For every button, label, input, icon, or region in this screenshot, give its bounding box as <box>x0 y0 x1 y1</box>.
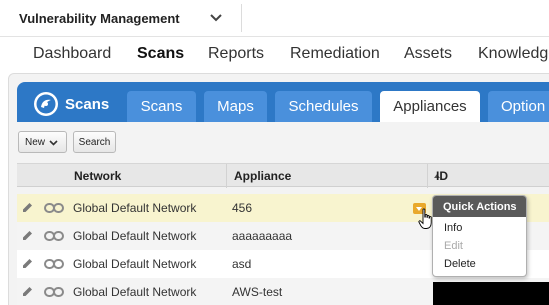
tab-schedules[interactable]: Schedules <box>275 91 372 122</box>
column-divider <box>427 164 428 188</box>
edit-icon[interactable] <box>22 258 33 269</box>
cell-appliance: AWS-test <box>232 285 283 299</box>
nav-assets[interactable]: Assets <box>404 45 452 63</box>
menu-item-delete[interactable]: Delete <box>444 258 476 270</box>
quick-actions-title: Quick Actions <box>433 196 526 217</box>
cell-network: Global Default Network <box>73 257 197 271</box>
new-button[interactable]: New <box>18 131 67 153</box>
module-selector[interactable]: Vulnerability Management <box>6 4 242 32</box>
link-icon <box>44 203 64 213</box>
new-button-label: New <box>25 136 46 148</box>
column-divider <box>226 164 227 188</box>
chevron-down-icon <box>210 14 222 22</box>
cell-appliance: asd <box>232 257 252 271</box>
tab-options[interactable]: Option <box>488 91 549 122</box>
tab-maps[interactable]: Maps <box>204 91 267 122</box>
hand-cursor-icon <box>418 208 432 229</box>
table-header: Network Appliance ID <box>17 163 549 188</box>
scans-brand: Scans <box>33 90 109 118</box>
link-icon <box>44 287 64 297</box>
edit-icon[interactable] <box>22 202 33 213</box>
link-icon <box>44 259 64 269</box>
nav-scans[interactable]: Scans <box>137 45 184 63</box>
table-row[interactable]: Global Default Network AWS-test <box>17 278 549 305</box>
menu-item-info[interactable]: Info <box>444 222 462 234</box>
main-nav: Dashboard Scans Reports Remediation Asse… <box>0 37 549 71</box>
redacted-id-cell <box>433 282 549 305</box>
menu-item-edit: Edit <box>444 240 463 252</box>
search-button-label: Search <box>78 136 111 148</box>
nav-knowledge[interactable]: Knowledge <box>478 45 549 63</box>
column-header-appliance[interactable]: Appliance <box>234 169 291 183</box>
edit-icon[interactable] <box>22 286 33 297</box>
top-bar: Vulnerability Management <box>0 0 549 37</box>
nav-reports[interactable]: Reports <box>208 45 264 63</box>
edit-icon[interactable] <box>22 230 33 241</box>
cell-network: Global Default Network <box>73 201 197 215</box>
chevron-down-icon <box>49 139 58 146</box>
module-selector-label: Vulnerability Management <box>19 10 180 26</box>
scans-logo-icon <box>34 92 58 116</box>
link-icon <box>44 231 64 241</box>
column-header-network[interactable]: Network <box>74 169 121 183</box>
tab-appliances[interactable]: Appliances <box>380 91 480 122</box>
tab-scans[interactable]: Scans <box>127 91 196 122</box>
column-header-id[interactable]: ID <box>436 169 448 183</box>
scans-brand-label: Scans <box>65 95 110 113</box>
nav-remediation[interactable]: Remediation <box>290 45 380 63</box>
search-button[interactable]: Search <box>73 131 116 153</box>
quick-actions-menu: Quick Actions Info Edit Delete <box>432 195 527 277</box>
nav-dashboard[interactable]: Dashboard <box>33 45 111 63</box>
cell-appliance: 456 <box>232 201 253 215</box>
cell-network: Global Default Network <box>73 229 197 243</box>
cell-network: Global Default Network <box>73 285 197 299</box>
cell-appliance: aaaaaaaaa <box>232 229 293 243</box>
